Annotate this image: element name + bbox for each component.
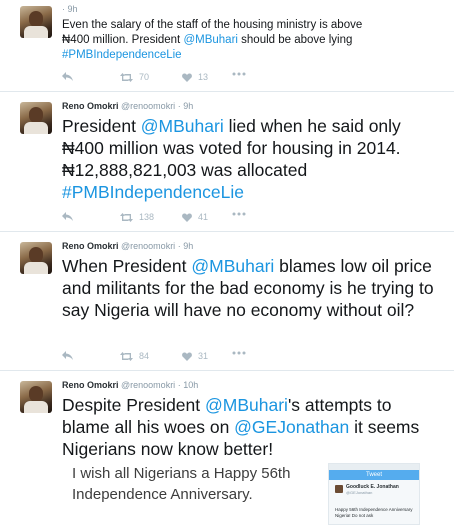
author-handle[interactable]: @renoomokri	[121, 101, 175, 111]
tweet-header: Reno Omokri @renoomokri · 9h	[62, 241, 193, 251]
tweet-time[interactable]: · 9h	[62, 4, 78, 14]
author-name[interactable]: Reno Omokri	[62, 101, 119, 111]
tweet-time[interactable]: · 10h	[178, 380, 199, 390]
tweet-text: President @MBuhari lied when he said onl…	[62, 116, 401, 202]
more-button[interactable]	[232, 72, 246, 76]
more-icon	[232, 351, 246, 355]
retweet-button[interactable]: 84	[120, 351, 149, 361]
mention-link[interactable]: @MBuhari	[183, 34, 238, 46]
tweet-actions: 138 41	[62, 212, 322, 226]
retweet-icon	[120, 212, 133, 222]
more-button[interactable]	[232, 351, 246, 355]
tweet-actions: 84 31	[62, 351, 322, 365]
avatar[interactable]	[20, 242, 52, 274]
author-handle[interactable]: @renoomokri	[121, 380, 175, 390]
more-icon	[232, 212, 246, 216]
tweet-text: When President @MBuhari blames low oil p…	[62, 256, 434, 320]
divider	[0, 231, 454, 232]
like-count: 13	[198, 72, 209, 82]
hashtag-link[interactable]: #PMBIndependenceLie	[62, 49, 182, 61]
mention-link[interactable]: @MBuhari	[141, 116, 224, 136]
like-button[interactable]: 41	[182, 212, 208, 222]
more-icon	[232, 72, 246, 76]
avatar[interactable]	[20, 6, 52, 38]
tweet-time[interactable]: · 9h	[178, 241, 194, 251]
tweet-image[interactable]: I wish all Nigerians a Happy 56th Indepe…	[62, 463, 432, 525]
tweet-actions: 70 13	[62, 72, 322, 86]
like-count: 31	[198, 351, 209, 361]
heart-icon	[182, 352, 192, 361]
phone-screenshot: Tweet Goodluck E. Jonathan @GEJonathan H…	[328, 463, 420, 525]
retweet-count: 70	[139, 72, 150, 82]
reply-icon	[62, 212, 73, 221]
retweet-button[interactable]: 138	[120, 212, 154, 222]
mention-link[interactable]: @MBuhari	[191, 256, 274, 276]
heart-icon	[182, 213, 192, 222]
retweet-count: 138	[139, 212, 155, 222]
heart-icon	[182, 73, 192, 82]
tweet-time[interactable]: · 9h	[178, 101, 194, 111]
author-handle[interactable]: @renoomokri	[121, 241, 175, 251]
divider	[0, 91, 454, 92]
mention-link[interactable]: @MBuhari	[205, 395, 288, 415]
tweet-header: Reno Omokri @renoomokri · 9h	[62, 101, 193, 111]
phone-tweet-text: Happy 56th Independence Anniversary Nige…	[335, 507, 413, 518]
avatar[interactable]	[20, 102, 52, 134]
retweet-icon	[120, 351, 133, 361]
image-caption: I wish all Nigerians a Happy 56th Indepe…	[72, 465, 291, 503]
author-name[interactable]: Reno Omokri	[62, 380, 119, 390]
reply-button[interactable]	[62, 212, 73, 221]
tweet-header: · 9h	[62, 4, 78, 14]
author-name[interactable]: Reno Omokri	[62, 241, 119, 251]
avatar[interactable]	[20, 381, 52, 413]
like-button[interactable]: 13	[182, 72, 208, 82]
tweet-text: Even the salary of the staff of the hous…	[62, 19, 363, 61]
reply-icon	[62, 351, 73, 360]
reply-button[interactable]	[62, 72, 73, 81]
hashtag-link[interactable]: #PMBIndependenceLie	[62, 182, 244, 202]
avatar	[335, 485, 343, 493]
divider	[0, 370, 454, 371]
retweet-button[interactable]: 70	[120, 72, 149, 82]
tweet-text: Despite President @MBuhari's attempts to…	[62, 395, 420, 459]
more-button[interactable]	[232, 212, 246, 216]
retweet-count: 84	[139, 351, 150, 361]
phone-author-handle: @GEJonathan	[346, 490, 373, 495]
retweet-icon	[120, 72, 133, 82]
tweet-header: Reno Omokri @renoomokri · 10h	[62, 380, 198, 390]
phone-nav-title: Tweet	[329, 470, 419, 480]
reply-icon	[62, 72, 73, 81]
mention-link[interactable]: @GEJonathan	[234, 417, 349, 437]
like-count: 41	[198, 212, 209, 222]
like-button[interactable]: 31	[182, 351, 208, 361]
reply-button[interactable]	[62, 351, 73, 360]
